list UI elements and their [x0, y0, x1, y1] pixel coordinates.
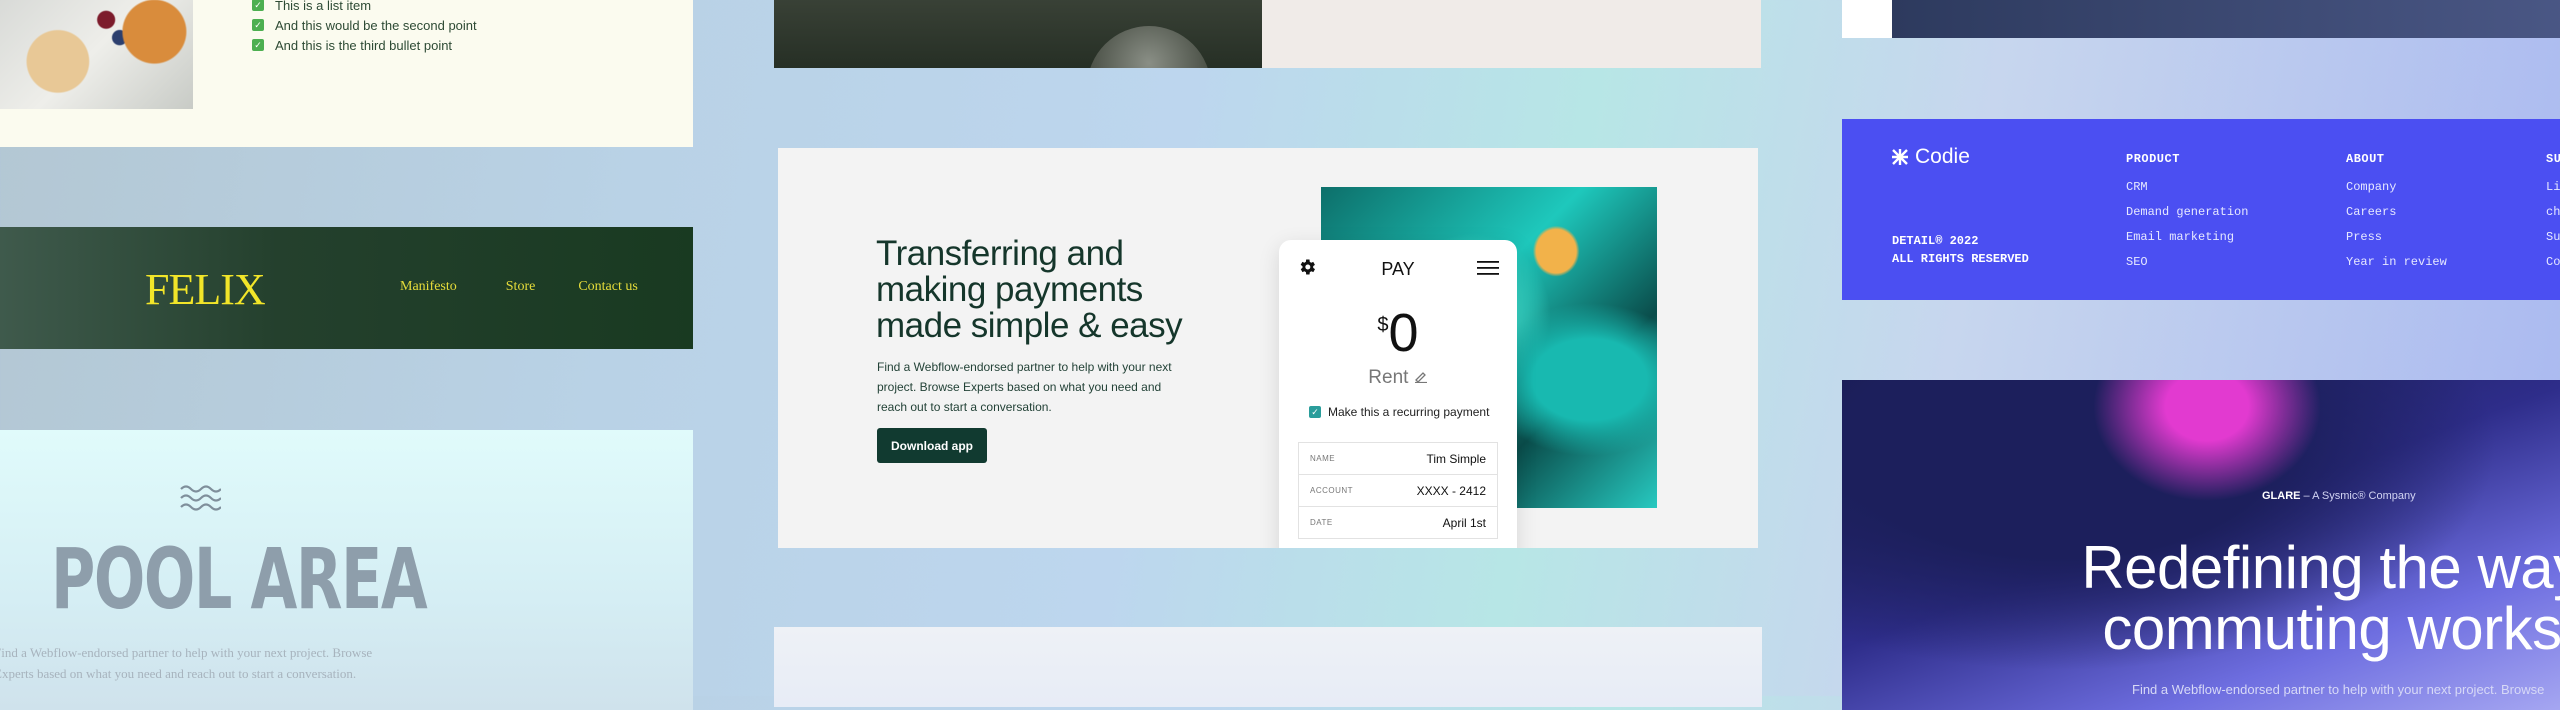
- download-app-button[interactable]: Download app: [877, 428, 987, 463]
- company-tag: GLARE – A Sysmic® Company: [2262, 490, 2416, 502]
- list-item: ✓ And this is the third bullet point: [252, 35, 477, 55]
- orb-image: [1087, 26, 1211, 68]
- bottom-card: [774, 627, 1762, 707]
- list-item: ✓ This is a list item: [252, 0, 477, 15]
- bullet-list: ✓ This is a list item ✓ And this would be …: [252, 0, 477, 55]
- phone-mockup: PAY $0 Rent ✓ Make this a recurring paym…: [1279, 240, 1517, 548]
- footer-link[interactable]: Email marketing: [2126, 225, 2248, 250]
- codie-footer: Codie DETAIL® 2022 ALL RIGHTS RESERVED P…: [1842, 119, 2560, 300]
- codie-logo-icon: [1892, 149, 1908, 165]
- glare-headline: Redefining the way commuting works: [2081, 534, 2560, 662]
- detail-row-date: DATE April 1st: [1298, 507, 1498, 539]
- footer-link[interactable]: Demand generation: [2126, 200, 2248, 225]
- footer-link[interactable]: Press: [2346, 225, 2447, 250]
- hamburger-menu-icon[interactable]: [1477, 260, 1499, 276]
- footer-column-support: SUPPORT Live chat Support Contact: [2546, 152, 2560, 275]
- footer-link[interactable]: SEO: [2126, 250, 2248, 275]
- detail-row-name: NAME Tim Simple: [1298, 443, 1498, 475]
- check-icon: ✓: [252, 19, 264, 31]
- check-icon: ✓: [252, 0, 264, 11]
- codie-logo[interactable]: Codie: [1891, 145, 1970, 169]
- food-image: [0, 0, 193, 109]
- top-white-card: [1842, 0, 1892, 38]
- glare-subtext: Find a Webflow-endorsed partner to help …: [2132, 682, 2545, 697]
- footer-column-about: ABOUT Company Careers Press Year in revi…: [2346, 152, 2447, 275]
- top-dark-card: [1892, 0, 2560, 38]
- nav-link-store[interactable]: Store: [506, 279, 536, 295]
- nav-link-manifesto[interactable]: Manifesto: [400, 279, 457, 295]
- checkbox-checked-icon[interactable]: ✓: [1309, 406, 1321, 418]
- nav-link-contact[interactable]: Contact us: [578, 279, 638, 295]
- list-item: ✓ And this would be the second point: [252, 15, 477, 35]
- dark-image-card: [774, 0, 1262, 68]
- footer-link[interactable]: Year in review: [2346, 250, 2447, 275]
- amount-display: $0: [1279, 302, 1517, 364]
- list-card: ✓ This is a list item ✓ And this would be …: [0, 0, 693, 147]
- hero-title: Transferring and making payments made si…: [876, 234, 1183, 345]
- check-icon: ✓: [252, 39, 264, 51]
- footer-link[interactable]: CRM: [2126, 175, 2248, 200]
- footer-link[interactable]: Live chat: [2546, 175, 2560, 225]
- felix-logo[interactable]: FELIX: [145, 264, 266, 315]
- felix-nav: Manifesto Store Contact us: [400, 279, 638, 295]
- footer-column-product: PRODUCT CRM Demand generation Email mark…: [2126, 152, 2248, 275]
- footer-link[interactable]: Support: [2546, 225, 2560, 250]
- currency-symbol: $: [1377, 314, 1389, 336]
- waves-icon: [180, 485, 221, 511]
- pool-description: Find a Webflow-endorsed partner to help …: [0, 645, 373, 681]
- footer-link[interactable]: Company: [2346, 175, 2447, 200]
- category-label: Rent: [1368, 367, 1409, 388]
- footer-link[interactable]: Contact: [2546, 250, 2560, 275]
- felix-navbar: FELIX Manifesto Store Contact us: [0, 227, 693, 349]
- amount-value: 0: [1388, 303, 1419, 363]
- pool-section: POOL AREA Find a Webflow-endorsed partne…: [0, 430, 693, 710]
- footer-link[interactable]: Careers: [2346, 200, 2447, 225]
- payment-hero: Transferring and making payments made si…: [778, 148, 1758, 548]
- recurring-checkbox[interactable]: ✓ Make this a recurring payment: [1309, 405, 1489, 419]
- beige-card: [1262, 0, 1761, 68]
- copyright: DETAIL® 2022 ALL RIGHTS RESERVED: [1892, 234, 2029, 266]
- pool-title: POOL AREA: [51, 530, 428, 628]
- payment-details: NAME Tim Simple ACCOUNT XXXX - 2412 DATE Ap…: [1298, 442, 1498, 539]
- detail-row-account: ACCOUNT XXXX - 2412: [1298, 475, 1498, 507]
- category-field[interactable]: Rent: [1279, 367, 1517, 389]
- hero-description: Find a Webflow-endorsed partner to help …: [877, 360, 1172, 414]
- recurring-label: Make this a recurring payment: [1328, 405, 1490, 419]
- pencil-icon[interactable]: [1414, 369, 1428, 384]
- glare-hero: GLARE – A Sysmic® Company Redefining the…: [1842, 380, 2560, 710]
